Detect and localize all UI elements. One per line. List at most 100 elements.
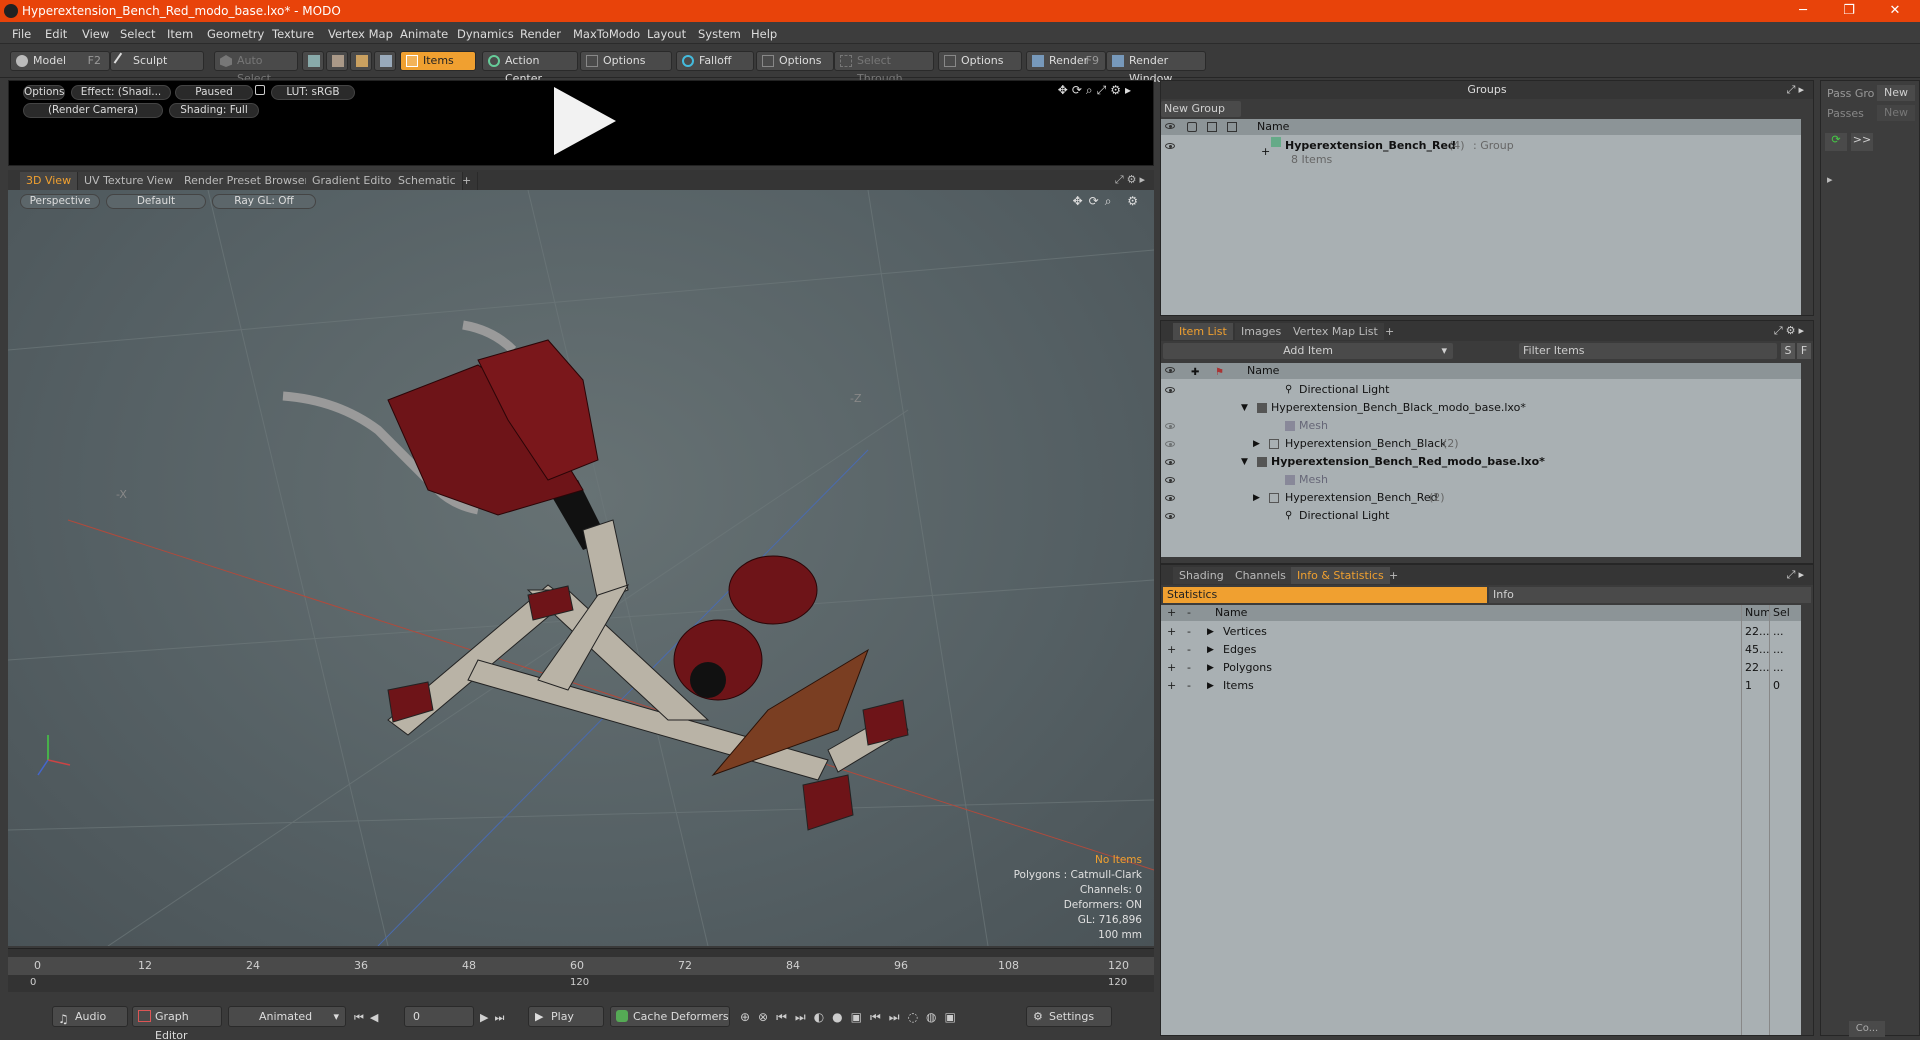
menu-view[interactable]: View (82, 27, 109, 41)
visibility-icon[interactable] (1165, 477, 1175, 483)
close-button[interactable]: ✕ (1872, 0, 1918, 22)
frame-input[interactable]: 0 (404, 1006, 474, 1027)
minus-icon[interactable]: - (1187, 677, 1191, 695)
auto-select-button[interactable]: Auto Select (214, 51, 298, 85)
tab-gradient-editor[interactable]: Gradient Editor (306, 172, 403, 190)
table-row[interactable]: + - ▶ Edges 45... ... (1161, 641, 1801, 659)
menu-maxtomodo[interactable]: MaxToModo (573, 27, 640, 41)
viewport-expand-icons[interactable]: ⤢⚙▸ (1115, 173, 1148, 187)
list-item[interactable]: ▼ Hyperextension_Bench_Red_modo_base.lxo… (1161, 453, 1801, 471)
expand-icon[interactable]: + (1261, 143, 1270, 161)
visibility-icon[interactable] (1165, 143, 1175, 149)
tab-item-list[interactable]: Item List (1173, 323, 1233, 340)
play-button[interactable]: ▶ Play (528, 1006, 604, 1027)
add-tab-button[interactable]: + (1379, 323, 1400, 340)
menu-select[interactable]: Select (120, 27, 155, 41)
expand-icon[interactable]: ▶ (1253, 489, 1260, 507)
preview-nav-icons[interactable]: ✥⟳⌕⤢⚙▸ (1058, 83, 1135, 98)
transport-back-icons[interactable]: ⏮◀ (354, 1011, 384, 1025)
menu-help[interactable]: Help (751, 27, 777, 41)
table-row[interactable]: + - ▶ Vertices 22... ... (1161, 623, 1801, 641)
action-center-options-button[interactable]: Options (580, 51, 672, 71)
tab-3d-view[interactable]: 3D View (20, 172, 79, 190)
perspective-dropdown[interactable]: Perspective (20, 194, 100, 209)
expand-all-icon[interactable]: + (1167, 605, 1176, 621)
item-list[interactable]: ✚ ⚑ Name ⚲ Directional Light ▼ Hyperexte… (1161, 363, 1801, 557)
menu-layout[interactable]: Layout (647, 27, 686, 41)
vertices-select-button[interactable] (302, 51, 324, 71)
add-tab-button[interactable]: + (1383, 567, 1404, 584)
list-item[interactable]: ▶ Hyperextension_Bench_Red (2) (1161, 489, 1801, 507)
minus-icon[interactable]: - (1187, 641, 1191, 659)
preview-paused-button[interactable]: Paused (175, 85, 253, 100)
menu-item[interactable]: Item (167, 27, 193, 41)
minus-icon[interactable]: - (1187, 659, 1191, 677)
menu-edit[interactable]: Edit (45, 27, 67, 41)
minimize-button[interactable]: ─ (1780, 0, 1826, 22)
add-item-button[interactable]: Add Item ▾ (1163, 343, 1453, 359)
collapse-all-icon[interactable]: - (1187, 605, 1191, 621)
groups-list[interactable]: Name + Hyperextension_Bench_Red (4) : Gr… (1161, 119, 1801, 315)
new-group-button[interactable]: New Group (1161, 101, 1241, 117)
filter-items-input[interactable]: Filter Items (1519, 343, 1777, 359)
filter-s-button[interactable]: S (1781, 343, 1795, 359)
visibility-icon[interactable] (1165, 441, 1175, 447)
expand-icon[interactable]: ▶ (1207, 623, 1214, 641)
menu-render[interactable]: Render (520, 27, 561, 41)
menu-geometry[interactable]: Geometry (207, 27, 264, 41)
preview-options-button[interactable]: Options (23, 85, 65, 100)
preview-effect-dropdown[interactable]: Effect: (Shadi... (71, 85, 171, 100)
viewport-nav-icons[interactable]: ✥⟳⌕ ⚙ (1073, 194, 1144, 209)
expand-icon[interactable]: ▶ (1253, 435, 1260, 453)
table-row[interactable]: + - ▶ Polygons 22... ... (1161, 659, 1801, 677)
animated-dropdown[interactable]: Animated ▾ (228, 1006, 346, 1027)
items-mode-button[interactable]: Items (400, 51, 476, 71)
minus-icon[interactable]: - (1187, 623, 1191, 641)
expand-icon[interactable]: ▼ (1241, 399, 1248, 417)
edges-select-button[interactable] (326, 51, 348, 71)
3d-viewport[interactable]: -Z -X Perspective Default Ray GL: Off ✥⟳… (8, 190, 1154, 946)
play-icon[interactable] (554, 87, 616, 155)
maximize-button[interactable]: ❐ (1826, 0, 1872, 22)
plus-icon[interactable]: + (1167, 659, 1176, 677)
list-item[interactable]: Mesh (1161, 417, 1801, 435)
info-subtab[interactable]: Info (1489, 587, 1811, 603)
menu-animate[interactable]: Animate (400, 27, 448, 41)
default-dropdown[interactable]: Default (106, 194, 206, 209)
expand-icon[interactable]: ▶ (1207, 659, 1214, 677)
expand-icon[interactable]: ▼ (1241, 453, 1248, 471)
tab-uv-texture-view[interactable]: UV Texture View (78, 172, 180, 190)
tab-schematic[interactable]: Schematic (392, 172, 463, 190)
menu-file[interactable]: File (12, 27, 31, 41)
select-through-button[interactable]: Select Through (834, 51, 934, 85)
menu-vertex-map[interactable]: Vertex Map (328, 27, 393, 41)
cache-deformers-button[interactable]: Cache Deformers (610, 1006, 730, 1027)
list-item[interactable]: Mesh (1161, 471, 1801, 489)
falloff-button[interactable]: Falloff (676, 51, 754, 71)
refresh-icon[interactable]: ⟳ (1825, 133, 1847, 151)
footer-chevron-icon[interactable]: ▸ (1827, 173, 1833, 186)
visibility-icon[interactable] (1165, 495, 1175, 501)
shading-dropdown[interactable]: Shading: Full (169, 103, 259, 118)
visibility-icon[interactable] (1165, 387, 1175, 393)
audio-button[interactable]: ♫ Audio (52, 1006, 128, 1027)
list-item[interactable]: ⚲ Directional Light (1161, 381, 1801, 399)
tab-channels[interactable]: Channels (1229, 567, 1292, 584)
tab-render-preset-browser[interactable]: Render Preset Browser (178, 172, 317, 190)
co-button[interactable]: Co... (1849, 1021, 1885, 1037)
render-camera-dropdown[interactable]: (Render Camera) (23, 103, 163, 118)
falloff-options-button[interactable]: Options (756, 51, 834, 71)
polygons-select-button[interactable] (350, 51, 372, 71)
select-through-options-button[interactable]: Options (938, 51, 1022, 71)
tab-shading[interactable]: Shading (1173, 567, 1230, 584)
list-item[interactable]: ⚲ Directional Light (1161, 507, 1801, 525)
statistics-subtab[interactable]: Statistics (1163, 587, 1487, 603)
visibility-icon[interactable] (1165, 513, 1175, 519)
expand-icon[interactable]: ▶ (1207, 677, 1214, 695)
visibility-icon[interactable] (1165, 459, 1175, 465)
graph-editor-button[interactable]: Graph Editor (132, 1006, 222, 1040)
lut-dropdown[interactable]: LUT: sRGB (271, 85, 355, 100)
sculpt-mode-button[interactable]: Sculpt (110, 51, 204, 71)
tab-images[interactable]: Images (1235, 323, 1288, 340)
timeline[interactable]: 0 12 24 36 48 60 72 84 96 108 120 0 120 … (8, 948, 1154, 992)
